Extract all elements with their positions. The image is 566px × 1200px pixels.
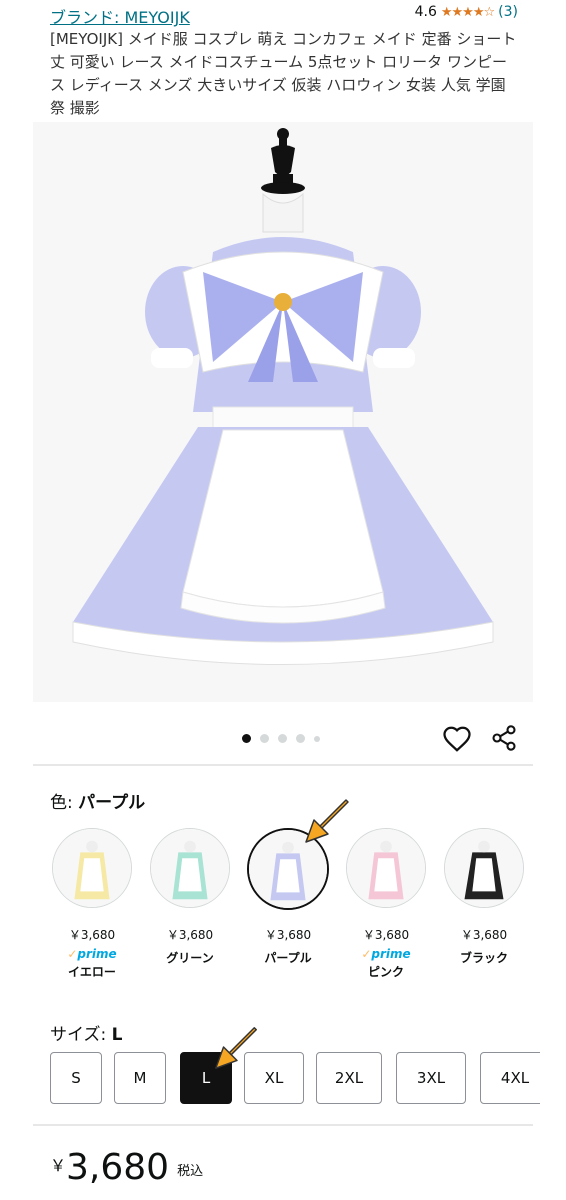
product-title: [MEYOIJK] メイド服 コスプレ 萌え コンカフェ メイド 定番 ショート… [50,30,517,117]
wishlist-button[interactable] [442,724,472,754]
color-option-price: ￥3,680 [460,928,508,942]
color-option-name: ブラック [459,951,508,965]
image-carousel-dots[interactable] [242,734,320,743]
carousel-dot[interactable] [314,735,320,742]
color-option-black[interactable]: ￥3,680 ブラック [442,828,526,966]
color-thumbnail[interactable] [346,828,426,908]
color-thumbnail[interactable] [444,828,524,908]
selected-size-name: L [111,1025,123,1045]
color-option-name: ピンク [367,965,404,979]
maid-dress-image [33,122,533,702]
color-label-prefix: 色: [50,793,79,813]
color-thumbnail[interactable] [52,828,132,908]
tax-note: 税込 [177,1164,204,1179]
divider [33,764,533,766]
size-option-m[interactable]: M [114,1052,166,1104]
annotation-arrow-icon [215,1027,257,1069]
size-label-prefix: サイズ: [50,1025,112,1045]
color-swatches: ￥3,680 ✓prime イエロー ￥3,680 グリーン ￥3,680 パー… [50,828,566,998]
color-option-name: パープル [264,951,312,965]
carousel-dot[interactable] [296,734,305,743]
prime-badge: ✓prime [67,947,117,961]
rating-count[interactable]: (3) [498,4,518,20]
color-option-purple[interactable]: ￥3,680 パープル [246,828,330,966]
color-option-name: グリーン [166,951,214,965]
color-option-price: ￥3,680 [68,928,116,942]
heart-icon [443,726,471,752]
color-option-price: ￥3,680 [166,928,214,942]
brand-row: ブランド: MEYOIJK 4.6 ★★★★☆ (3) [50,2,520,28]
color-option-yellow[interactable]: ￥3,680 ✓prime イエロー [50,828,134,980]
rating-value: 4.6 [414,4,437,20]
size-option-2xl[interactable]: 2XL [316,1052,382,1104]
color-thumbnail[interactable] [150,828,230,908]
price-amount: 3,680 [66,1147,170,1188]
prime-badge: ✓prime [361,947,411,961]
carousel-dot[interactable] [242,734,251,743]
selected-color-name: パープル [78,793,146,813]
size-label: サイズ: L [50,1020,122,1045]
divider [33,1124,533,1126]
product-image[interactable] [33,122,533,702]
color-option-name: イエロー [68,965,116,979]
color-label: 色: パープル [50,788,145,813]
price-block: ￥ 3,680 税込 [50,1148,203,1188]
size-options: S M L XL 2XL 3XL 4XL [50,1052,540,1108]
annotation-arrow-icon [305,799,349,843]
brand-link[interactable]: ブランド: MEYOIJK [50,4,190,28]
price-currency: ￥ [50,1156,67,1175]
size-option-4xl[interactable]: 4XL [480,1052,540,1104]
size-option-s[interactable]: S [50,1052,102,1104]
share-icon [492,725,516,751]
rating[interactable]: 4.6 ★★★★☆ (3) [415,4,518,20]
color-option-price: ￥3,680 [362,928,410,942]
share-button[interactable] [490,724,520,754]
color-option-green[interactable]: ￥3,680 グリーン [148,828,232,966]
carousel-dot[interactable] [278,734,287,743]
size-option-3xl[interactable]: 3XL [396,1052,466,1104]
carousel-dot[interactable] [260,734,269,743]
color-option-pink[interactable]: ￥3,680 ✓prime ピンク [344,828,428,980]
star-rating-icon: ★★★★☆ [440,4,495,20]
color-option-price: ￥3,680 [264,928,312,942]
